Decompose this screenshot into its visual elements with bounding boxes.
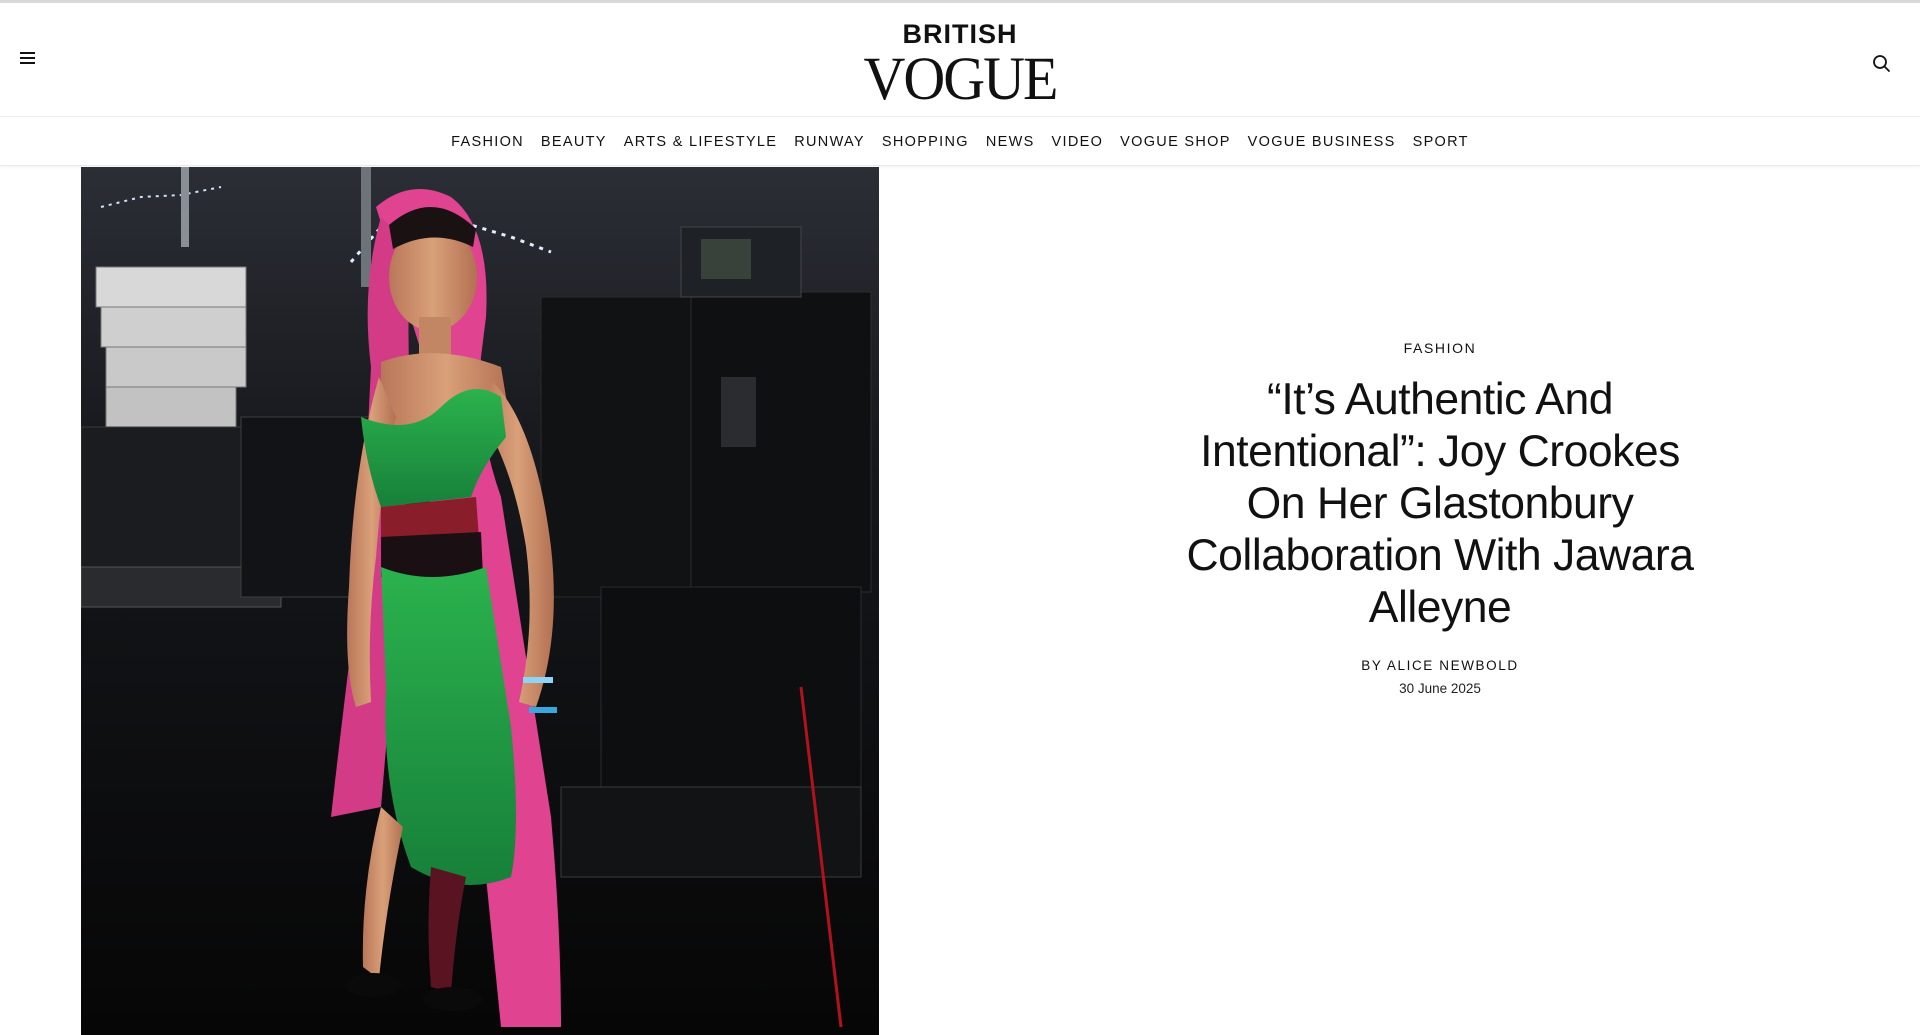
hero-image — [81, 167, 879, 1035]
nav-item-fashion[interactable]: FASHION — [443, 134, 533, 150]
article-date: 30 June 2025 — [1399, 681, 1481, 696]
article-header: FASHION “It’s Authentic And Intentional”… — [1180, 340, 1700, 696]
hero-photo-illustration — [81, 167, 879, 1035]
nav-item-video[interactable]: VIDEO — [1043, 134, 1112, 150]
nav-item-vogue-shop[interactable]: VOGUE SHOP — [1112, 134, 1240, 150]
british-vogue-logo[interactable]: BRITISH VOGUE — [860, 21, 1060, 113]
article-byline: BY ALICE NEWBOLD — [1180, 658, 1700, 673]
nav-item-news[interactable]: NEWS — [977, 134, 1043, 150]
nav-item-arts-lifestyle[interactable]: ARTS & LIFESTYLE — [615, 134, 786, 150]
nav-item-shopping[interactable]: SHOPPING — [873, 134, 977, 150]
nav-item-runway[interactable]: RUNWAY — [786, 134, 874, 150]
byline-prefix: BY — [1361, 658, 1383, 673]
article-headline: “It’s Authentic And Intentional”: Joy Cr… — [1186, 375, 1694, 632]
nav-item-beauty[interactable]: BEAUTY — [532, 134, 615, 150]
logo-vogue-text: VOGUE — [863, 44, 1059, 113]
nav-item-sport[interactable]: SPORT — [1404, 134, 1477, 150]
nav-item-vogue-business[interactable]: VOGUE BUSINESS — [1239, 134, 1404, 150]
search-icon[interactable] — [1870, 52, 1894, 76]
main-navigation: FASHION BEAUTY ARTS & LIFESTYLE RUNWAY S… — [0, 118, 1920, 166]
article-category-link[interactable]: FASHION — [1180, 340, 1700, 356]
site-header: BRITISH VOGUE — [0, 3, 1920, 117]
author-link[interactable]: ALICE NEWBOLD — [1387, 658, 1519, 673]
hamburger-menu-icon[interactable] — [20, 49, 46, 71]
